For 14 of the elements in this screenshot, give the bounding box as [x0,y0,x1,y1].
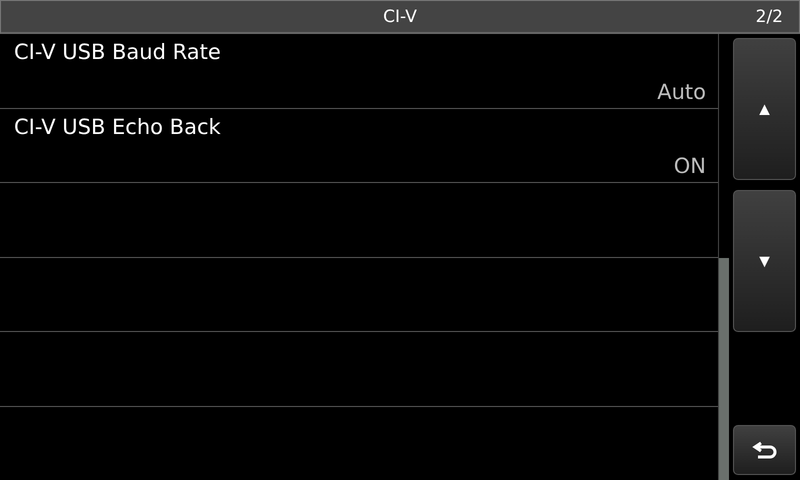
item-value: Auto [657,80,706,104]
page-indicator: 2/2 [756,6,783,26]
menu-item[interactable]: CI-V USB Baud Rate Auto [0,34,718,108]
screen-title: CI-V [383,6,417,26]
item-value: ON [674,154,706,178]
scrollbar[interactable] [718,34,729,480]
item-label: CI-V USB Echo Back [14,114,221,138]
scroll-down-button[interactable]: ▼ [733,190,796,332]
back-button[interactable] [733,425,796,475]
return-arrow-icon [752,440,778,460]
scroll-up-button[interactable]: ▲ [733,38,796,180]
scroll-thumb[interactable] [719,258,729,480]
menu-item[interactable]: CI-V USB Echo Back ON [0,108,718,182]
item-label: CI-V USB Baud Rate [14,40,221,64]
